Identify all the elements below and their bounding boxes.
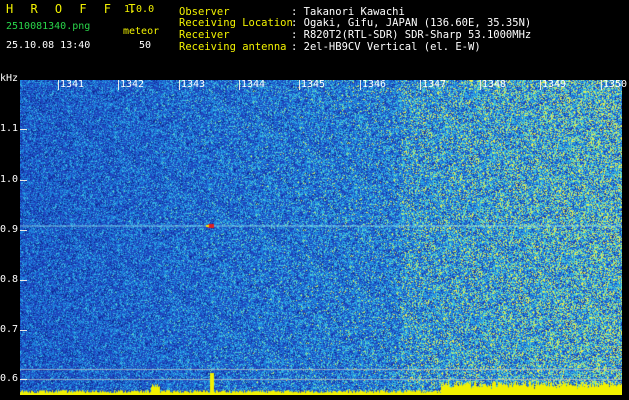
y-axis-tick-label: 0.8 — [0, 274, 19, 285]
header-panel: H R O F F T 1.0.0 2510081340.png meteor … — [0, 0, 629, 72]
y-axis-tick-label: 1.0 — [0, 174, 19, 185]
x-axis-tick-label: 1341 — [60, 79, 85, 90]
x-axis-tick-label: 1347 — [422, 79, 447, 90]
field-label-antenna: Receiving antenna — [179, 41, 287, 53]
field-value-location: : Ogaki, Gifu, JAPAN (136.60E, 35.35N) — [291, 17, 532, 29]
x-axis-tick-label: 1342 — [120, 79, 145, 90]
field-label-location: Receiving Location — [179, 17, 293, 29]
x-axis-tick-label: 1348 — [482, 79, 507, 90]
y-axis-tick — [20, 379, 27, 380]
field-value-antenna: : 2el-HB9CV Vertical (el. E-W) — [291, 41, 481, 53]
y-axis-tick-label: 0.9 — [0, 224, 19, 235]
x-axis-tick-label: 1346 — [362, 79, 387, 90]
x-axis-tick — [179, 80, 180, 90]
field-label-receiver: Receiver — [179, 29, 230, 41]
x-axis-tick — [118, 80, 119, 90]
x-axis-tick — [299, 80, 300, 90]
meteor-label: meteor — [123, 26, 160, 37]
y-axis-tick — [20, 230, 27, 231]
x-axis-tick — [601, 80, 602, 90]
x-axis-tick-label: 1345 — [301, 79, 326, 90]
y-axis-tick — [20, 129, 27, 130]
x-axis-tick — [239, 80, 240, 90]
app-version: 1.0.0 — [124, 4, 155, 15]
x-axis-tick-label: 1343 — [181, 79, 206, 90]
spectrogram-canvas — [20, 80, 622, 395]
y-axis-unit: kHz — [0, 73, 19, 84]
filename: 2510081340.png — [6, 21, 91, 32]
y-axis-tick — [20, 330, 27, 331]
y-axis-tick-label: 0.6 — [0, 373, 19, 384]
x-axis-tick — [480, 80, 481, 90]
field-value-receiver: : R820T2(RTL-SDR) SDR-Sharp 53.1000MHz — [291, 29, 532, 41]
app-brand: H R O F F T — [6, 2, 141, 16]
x-axis-tick — [58, 80, 59, 90]
x-axis-tick — [360, 80, 361, 90]
y-axis-tick-label: 1.1 — [0, 123, 19, 134]
x-axis-tick — [420, 80, 421, 90]
y-axis-tick — [20, 180, 27, 181]
spectrogram-area — [20, 80, 622, 395]
x-axis-tick-label: 1350 — [603, 79, 628, 90]
datetime: 25.10.08 13:40 — [6, 40, 91, 51]
meteor-count: 50 — [139, 40, 152, 51]
y-axis-tick — [20, 280, 27, 281]
x-axis-tick-label: 1344 — [241, 79, 266, 90]
y-axis-tick-label: 0.7 — [0, 324, 19, 335]
x-axis-tick — [540, 80, 541, 90]
x-axis-tick-label: 1349 — [542, 79, 567, 90]
